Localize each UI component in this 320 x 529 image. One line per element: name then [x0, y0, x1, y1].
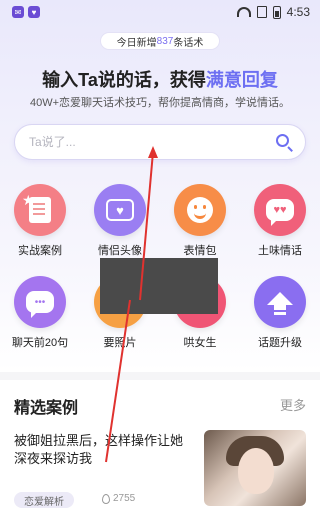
grid-label-stickers: 表情包 — [183, 245, 217, 257]
grid-item-first-20[interactable]: ••• 聊天前20句 — [0, 276, 80, 350]
search-input[interactable] — [29, 135, 275, 149]
daily-new-banner: 今日新增 837 条话术 — [100, 32, 220, 50]
hero-title: 输入Ta说的话，获得满意回复 — [0, 66, 320, 92]
grid-item-stickers[interactable]: 表情包 — [160, 184, 240, 258]
heart-bubble-icon: ♥♥ — [254, 184, 306, 236]
app-notification-icon-2: ♥ — [28, 6, 40, 18]
battery-icon — [272, 5, 281, 19]
sim-icon — [256, 6, 267, 18]
hero-title-accent: 满意回复 — [205, 70, 278, 90]
grid-label-avatars: 情侣头像 — [98, 245, 142, 257]
status-time: 4:53 — [286, 5, 310, 19]
search-icon[interactable] — [275, 133, 293, 152]
smiley-icon — [174, 184, 226, 236]
case-title: 被御姐拉黑后，这样操作让她深夜来探访我 — [14, 433, 184, 466]
case-card[interactable]: 被御姐拉黑后，这样操作让她深夜来探访我 恋爱解析 2755 — [14, 430, 306, 522]
status-right: 4:53 — [236, 5, 310, 19]
hero-title-main: 输入Ta说的话，获得 — [42, 70, 206, 90]
document-star-icon: ★ — [14, 184, 66, 236]
search-bar[interactable] — [14, 124, 306, 160]
more-link[interactable]: 更多 — [280, 395, 306, 414]
grid-item-cheesy-lines[interactable]: ♥♥ 土味情话 — [240, 184, 320, 258]
status-bar: ✉ ♥ 4:53 — [0, 0, 320, 24]
grid-label-topic-upgrade: 话题升级 — [258, 337, 302, 349]
arrow-up-icon — [254, 276, 306, 328]
grid-label-coax-girl: 哄女生 — [183, 337, 217, 349]
grid-label-first-20: 聊天前20句 — [11, 337, 69, 349]
featured-section-title: 精选案例 — [14, 400, 79, 417]
grid-label-ask-photo: 要照片 — [103, 337, 137, 349]
wifi-icon — [236, 7, 251, 17]
chat-bubble-icon: ••• — [14, 276, 66, 328]
hero-subtitle: 40W+恋爱聊天话术技巧，帮你提高情商，学说情话。 — [29, 97, 291, 109]
grid-item-cases[interactable]: ★ 实战案例 — [0, 184, 80, 258]
app-notification-icon: ✉ — [12, 6, 24, 18]
heart-image-icon: ♥ — [94, 184, 146, 236]
section-divider — [0, 372, 320, 380]
case-thumbnail — [204, 430, 306, 506]
views-icon — [102, 493, 110, 504]
grid-item-topic-upgrade[interactable]: 话题升级 — [240, 276, 320, 350]
banner-suffix: 条话术 — [173, 37, 204, 49]
case-view-count: 2755 — [113, 493, 136, 504]
banner-count: 837 — [156, 35, 174, 47]
redaction-block — [100, 258, 218, 314]
case-tag: 恋爱解析 — [14, 492, 74, 508]
grid-item-avatars[interactable]: ♥ 情侣头像 — [80, 184, 160, 258]
grid-label-cases: 实战案例 — [18, 245, 62, 257]
grid-label-cheesy-lines: 土味情话 — [258, 245, 302, 257]
case-views: 2755 — [102, 493, 135, 504]
status-left: ✉ ♥ — [12, 6, 40, 18]
banner-prefix: 今日新增 — [116, 37, 157, 49]
